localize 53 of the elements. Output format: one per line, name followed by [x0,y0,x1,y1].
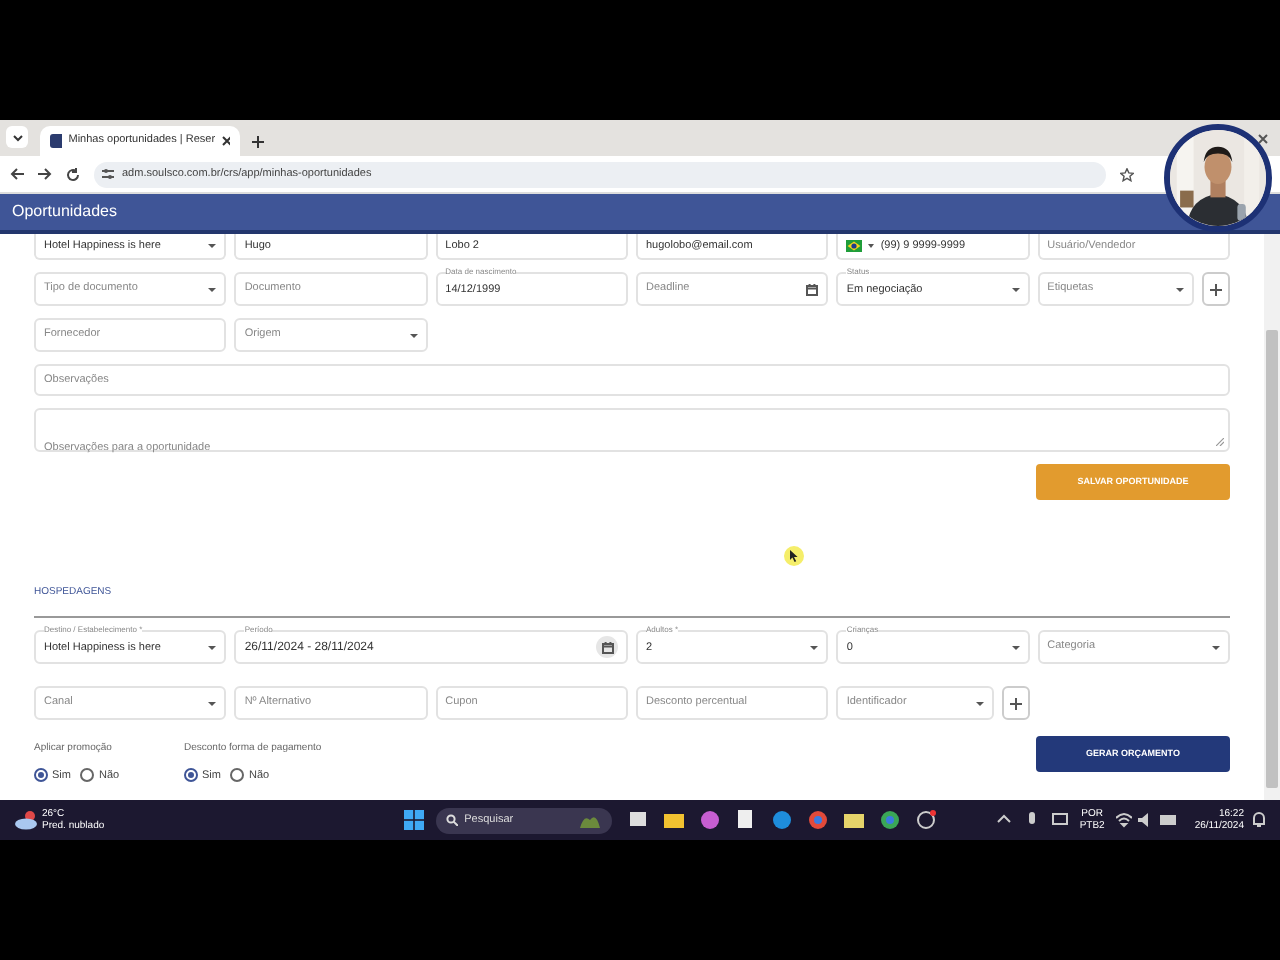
add-button[interactable] [1202,272,1230,306]
forward-icon[interactable] [38,168,52,180]
cloud-icon [14,810,38,830]
notification-icon[interactable] [1252,812,1266,828]
reload-icon[interactable] [66,167,80,181]
caret-icon [208,287,217,291]
battery-icon[interactable] [1160,812,1177,828]
radio-button[interactable] [80,768,95,783]
calendar-icon [601,641,613,653]
wifi-icon[interactable] [1116,812,1133,828]
folder-icon[interactable] [844,810,865,830]
flag-icon [846,240,863,252]
calendar-button[interactable] [596,636,618,658]
document-icon[interactable] [736,810,757,830]
caret-icon [208,645,217,649]
circle-icon[interactable] [772,810,793,830]
cursor-icon [784,546,804,566]
window-icon[interactable] [628,810,649,830]
radio-button[interactable] [34,768,48,783]
plus-icon [1009,697,1022,709]
windows-icon[interactable] [404,810,425,830]
site-icon [50,134,63,148]
back-icon[interactable] [10,168,24,180]
close-icon[interactable] [221,136,230,146]
display-icon[interactable] [1051,812,1068,828]
new-tab-icon[interactable] [252,136,264,148]
caret-icon [1011,287,1020,291]
radio-button[interactable] [230,768,245,783]
caret-icon [208,244,217,248]
caret-icon [1176,287,1184,291]
caret-icon [1212,645,1220,649]
caret-icon [1011,645,1020,649]
caret-icon [409,333,418,337]
add-button[interactable] [1001,686,1030,720]
app-icon[interactable] [700,810,721,830]
page-title: Oportunidades [12,200,117,224]
folder-icon[interactable] [664,810,685,830]
close-icon[interactable] [1258,134,1268,144]
radio-button[interactable] [184,768,198,783]
caret-icon [810,645,819,649]
microphone-icon[interactable] [1023,812,1040,828]
search-icon [446,814,459,826]
scrollbar[interactable] [1264,234,1280,800]
calendar-icon [806,283,819,295]
resize-handle-icon [1216,438,1224,446]
site-settings-icon [102,168,114,180]
tab-menu-icon[interactable] [6,126,28,148]
caret-icon [208,701,217,705]
caret-icon [868,244,875,248]
chevron-up-icon[interactable] [995,812,1012,828]
plus-icon [1210,283,1222,295]
caret-icon [975,701,984,705]
star-icon[interactable] [1120,167,1134,181]
